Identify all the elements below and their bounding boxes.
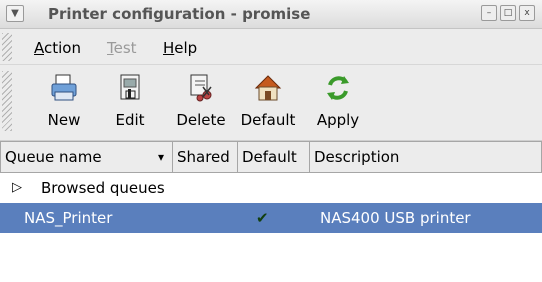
- column-queue-name[interactable]: Queue name ▾: [0, 141, 173, 173]
- column-description-label: Description: [314, 148, 400, 166]
- home-default-icon: [254, 75, 282, 101]
- close-button[interactable]: x: [519, 5, 535, 21]
- apply-refresh-icon: [327, 76, 349, 100]
- menu-test[interactable]: Test: [107, 39, 137, 57]
- column-shared[interactable]: Shared: [173, 141, 238, 173]
- queue-list: Queue name ▾ Shared Default Description …: [0, 141, 542, 282]
- menu-help[interactable]: Help: [163, 39, 197, 57]
- queue-name: NAS_Printer: [24, 209, 113, 227]
- sort-chevron-icon: ▾: [157, 150, 164, 164]
- menu-action-label: ction: [44, 39, 81, 57]
- list-item-nas-printer[interactable]: NAS_Printer ✔ NAS400 USB printer: [0, 203, 542, 233]
- delete-label: Delete: [176, 111, 226, 129]
- minimize-button[interactable]: –: [481, 5, 497, 21]
- column-shared-label: Shared: [177, 148, 230, 166]
- menu-bar: Action Test Help: [0, 29, 542, 65]
- maximize-icon: □: [503, 8, 513, 18]
- toolbar-grip[interactable]: [2, 71, 12, 131]
- menu-test-label: est: [113, 39, 137, 57]
- apply-label: Apply: [316, 111, 360, 129]
- queue-description: NAS400 USB printer: [320, 209, 471, 227]
- title-bar[interactable]: ▼ Printer configuration - promise – □ x: [0, 0, 542, 29]
- list-item-browsed-queues[interactable]: ▷ Browsed queues: [0, 173, 542, 203]
- new-label: New: [47, 111, 81, 129]
- toolbar: New Edit Delete Default Apply: [0, 65, 542, 141]
- close-icon: x: [524, 8, 530, 18]
- column-description[interactable]: Description: [310, 141, 542, 173]
- window-menu-button[interactable]: ▼: [6, 5, 24, 22]
- maximize-button[interactable]: □: [500, 5, 516, 21]
- menu-action[interactable]: Action: [34, 39, 81, 57]
- default-checkmark-icon: ✔: [256, 209, 269, 227]
- printer-config-window: ▼ Printer configuration - promise – □ x …: [0, 0, 542, 282]
- queue-name: Browsed queues: [41, 179, 165, 197]
- edit-button[interactable]: Edit: [110, 73, 150, 129]
- apply-button[interactable]: Apply: [314, 73, 362, 129]
- edit-label: Edit: [115, 111, 145, 129]
- expander-arrow-icon[interactable]: ▷: [12, 173, 22, 203]
- column-default[interactable]: Default: [238, 141, 310, 173]
- new-button[interactable]: New: [44, 73, 84, 129]
- chevron-down-icon: ▼: [11, 8, 19, 19]
- delete-button[interactable]: Delete: [172, 73, 230, 129]
- default-button[interactable]: Default: [236, 73, 300, 129]
- minimize-icon: –: [486, 8, 492, 18]
- edit-document-icon: [120, 74, 140, 100]
- column-queue-name-label: Queue name: [5, 148, 102, 166]
- menu-help-label: elp: [174, 39, 198, 57]
- printer-new-icon: [51, 74, 77, 101]
- window-title: Printer configuration - promise: [48, 5, 311, 23]
- default-label: Default: [240, 111, 296, 129]
- menubar-grip[interactable]: [2, 33, 12, 61]
- delete-scissors-icon: [190, 74, 212, 102]
- column-default-label: Default: [242, 148, 297, 166]
